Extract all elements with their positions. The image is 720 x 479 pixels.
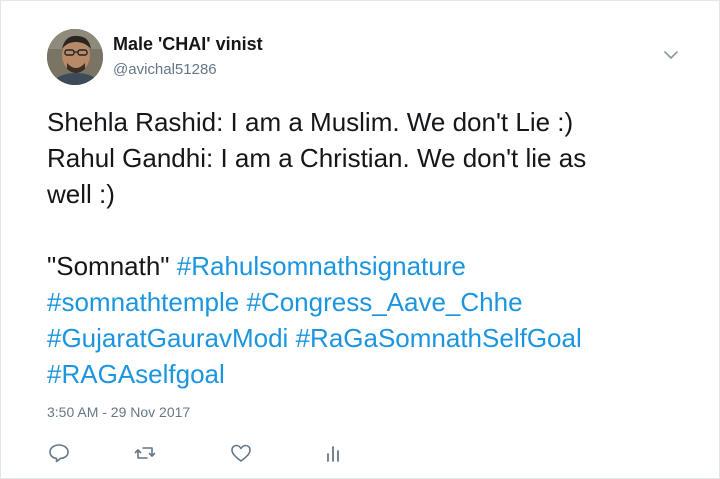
avatar[interactable]	[47, 29, 103, 85]
tweet-line: #GujaratGauravModi #RaGaSomnathSelfGoal	[47, 320, 687, 356]
reply-icon[interactable]	[47, 442, 71, 464]
hashtag-link[interactable]: #GujaratGauravModi	[47, 323, 288, 353]
quoted-word: "Somnath"	[47, 251, 170, 281]
tweet-line: well :)	[47, 179, 115, 209]
tweet-line: #RAGAselfgoal	[47, 356, 687, 392]
tweet-line: Rahul Gandhi: I am a Christian. We don't…	[47, 143, 587, 173]
tweet-line: Shehla Rashid: I am a Muslim. We don't L…	[47, 107, 574, 137]
chevron-down-icon[interactable]	[661, 45, 681, 65]
user-handle[interactable]: @avichal51286	[113, 61, 217, 78]
display-name[interactable]: Male 'CHAI' vinist	[113, 34, 263, 55]
tweet-text: Shehla Rashid: I am a Muslim. We don't L…	[47, 104, 687, 392]
hashtag-link[interactable]: #somnathtemple	[47, 287, 239, 317]
hashtag-link[interactable]: #Congress_Aave_Chhe	[246, 287, 522, 317]
tweet-line: "Somnath" #Rahulsomnathsignature	[47, 248, 687, 284]
tweet-card: Male 'CHAI' vinist @avichal51286 Shehla …	[0, 0, 720, 479]
hashtag-link[interactable]: #RAGAselfgoal	[47, 359, 225, 389]
hashtag-link[interactable]: #RaGaSomnathSelfGoal	[296, 323, 582, 353]
tweet-timestamp[interactable]: 3:50 AM - 29 Nov 2017	[47, 404, 190, 420]
tweet-line: #somnathtemple #Congress_Aave_Chhe	[47, 284, 687, 320]
heart-icon[interactable]	[229, 442, 253, 464]
retweet-icon[interactable]	[133, 442, 157, 464]
analytics-icon[interactable]	[321, 442, 345, 464]
hashtag-link[interactable]: #Rahulsomnathsignature	[177, 251, 466, 281]
